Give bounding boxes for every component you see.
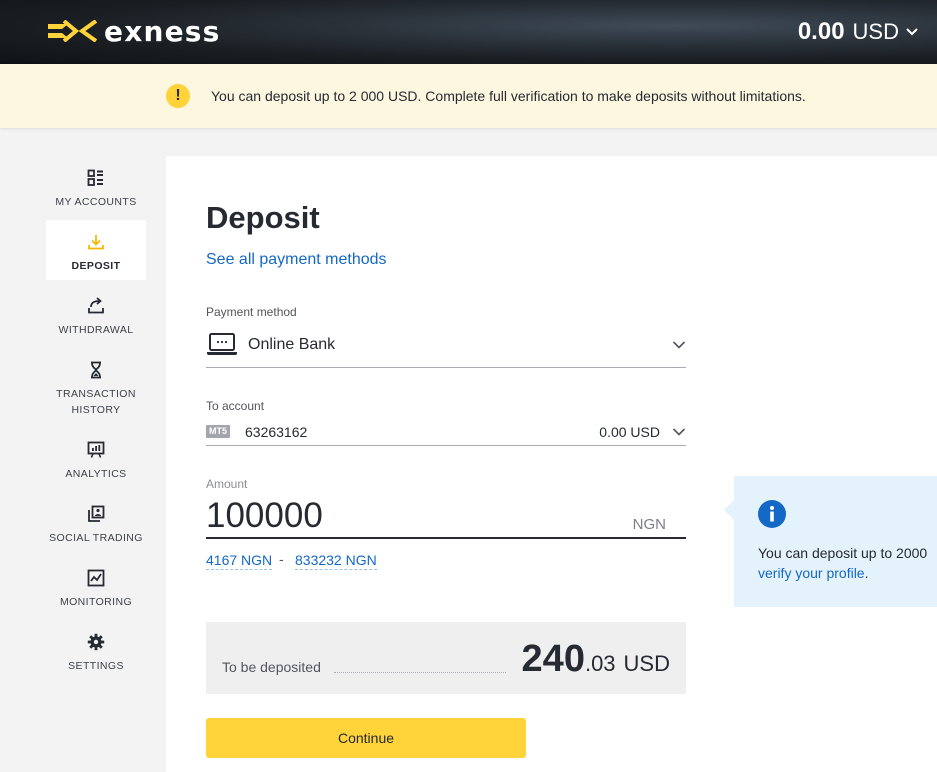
chevron-down-icon xyxy=(672,341,686,349)
limit-separator: - xyxy=(279,551,284,567)
payment-method-select[interactable]: Online Bank xyxy=(206,328,686,368)
sidebar-item-monitoring[interactable]: MONITORING xyxy=(46,568,146,620)
amount-input[interactable] xyxy=(206,496,616,536)
exness-logo[interactable]: exness xyxy=(46,14,221,48)
tip-link-line: verify your profile. xyxy=(758,563,868,583)
warning-icon: ! xyxy=(166,84,190,108)
amount-currency: NGN xyxy=(632,516,666,533)
monitoring-icon xyxy=(87,569,105,587)
to-be-deposited-box: To be deposited 240 .03 USD xyxy=(206,622,686,694)
min-amount-link[interactable]: 4167 NGN xyxy=(206,551,273,570)
chart-board-icon xyxy=(87,441,105,458)
sidebar-item-deposit[interactable]: DEPOSIT xyxy=(46,220,146,280)
amount-field: NGN xyxy=(206,496,686,539)
deposit-panel: Deposit See all payment methods Payment … xyxy=(166,156,937,772)
payment-method-value: Online Bank xyxy=(248,336,336,353)
hourglass-icon xyxy=(91,361,101,379)
upload-icon xyxy=(88,297,104,314)
account-number: 63263162 xyxy=(245,424,308,440)
sidebar-item-withdrawal[interactable]: WITHDRAWAL xyxy=(46,296,146,348)
deposit-limit-tip: You can deposit up to 2000 verify your p… xyxy=(724,476,937,607)
deposit-integer: 240 xyxy=(521,638,585,680)
exness-logo-mark-icon xyxy=(48,20,98,42)
see-all-payment-methods-link[interactable]: See all payment methods xyxy=(206,251,387,269)
info-icon xyxy=(758,500,786,528)
account-balance: 0.00 USD xyxy=(599,424,660,440)
mt5-badge: MT5 xyxy=(206,425,230,438)
to-account-label: To account xyxy=(206,399,265,413)
max-amount-link[interactable]: 833232 NGN xyxy=(295,551,377,570)
sidebar-item-label: ANALYTICS xyxy=(65,468,127,480)
sidebar-item-label: SOCIAL TRADING xyxy=(49,532,143,544)
sidebar-item-transaction-history[interactable]: TRANSACTION HISTORY xyxy=(46,360,146,420)
banner-text: You can deposit up to 2 000 USD. Complet… xyxy=(211,88,806,104)
logo-text: exness xyxy=(104,14,221,48)
chevron-down-icon xyxy=(906,28,918,36)
gear-icon xyxy=(87,633,105,651)
sidebar-item-label: MY ACCOUNTS xyxy=(55,196,137,208)
download-icon xyxy=(88,235,104,250)
accounts-grid-icon xyxy=(87,169,103,186)
to-be-deposited-value: 240 .03 USD xyxy=(522,638,670,681)
balance-amount: 0.00 xyxy=(797,18,845,45)
page-title: Deposit xyxy=(206,200,320,235)
to-account-select[interactable]: MT5 63263162 0.00 USD xyxy=(206,420,686,446)
social-trading-icon xyxy=(88,505,105,522)
chevron-down-icon xyxy=(672,428,686,436)
sidebar-item-label: WITHDRAWAL xyxy=(58,324,134,336)
deposit-decimal: .03 xyxy=(584,651,616,676)
sidebar-item-label: DEPOSIT xyxy=(71,260,121,272)
balance-dropdown[interactable]: 0.00 USD xyxy=(798,16,919,48)
amount-label: Amount xyxy=(206,477,248,491)
sidebar-item-label: SETTINGS xyxy=(68,660,124,672)
sidebar-item-settings[interactable]: SETTINGS xyxy=(46,632,146,684)
sidebar-item-label: MONITORING xyxy=(59,596,133,608)
dotted-leader xyxy=(334,672,506,673)
tip-text: You can deposit up to 2000 xyxy=(758,545,928,561)
verify-profile-link[interactable]: verify your profile xyxy=(758,565,865,581)
deposit-currency: USD xyxy=(623,651,670,676)
to-be-deposited-label: To be deposited xyxy=(222,659,321,675)
sidebar-item-label: TRANSACTION HISTORY xyxy=(46,386,146,418)
laptop-icon xyxy=(207,333,237,355)
sidebar-item-my-accounts[interactable]: MY ACCOUNTS xyxy=(46,156,146,220)
sidebar-item-label-line1: TRANSACTION xyxy=(56,388,136,400)
sidebar-item-social-trading[interactable]: SOCIAL TRADING xyxy=(46,504,146,556)
continue-button[interactable]: Continue xyxy=(206,718,526,758)
payment-method-label: Payment method xyxy=(206,305,297,319)
tip-suffix: . xyxy=(864,565,869,581)
sidebar-item-label-line2: HISTORY xyxy=(71,404,121,416)
verification-banner: ! You can deposit up to 2 000 USD. Compl… xyxy=(0,64,937,128)
top-header: exness 0.00 USD xyxy=(0,0,937,64)
balance-currency: USD xyxy=(852,19,899,44)
sidebar-item-analytics[interactable]: ANALYTICS xyxy=(46,440,146,492)
